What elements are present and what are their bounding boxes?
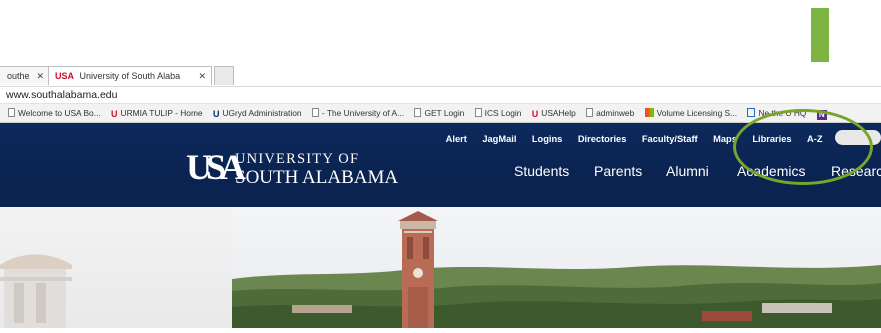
nav-link-faculty-staff[interactable]: Faculty/Staff [642, 134, 698, 144]
hero-side-image [0, 207, 232, 328]
bookmark-label: URMIA TULIP - Home [120, 108, 203, 118]
close-icon[interactable]: ✕ [198, 67, 206, 86]
page-icon [474, 108, 482, 117]
bookmark-label: - The University of A... [321, 108, 405, 118]
bookmark-item[interactable]: adminweb [586, 104, 634, 122]
u-logo-icon: U [111, 109, 118, 119]
browser-tab-strip: outhe ✕ USA University of South Alaba ✕ [0, 62, 881, 86]
usa-logo-mark: USA [186, 147, 246, 187]
nav-students[interactable]: Students [514, 163, 569, 179]
bookmark-item[interactable]: GET Login [414, 104, 464, 122]
bookmark-label: USAHelp [541, 108, 576, 118]
bookmark-item[interactable]: U USAHelp [532, 104, 576, 122]
tab-label: University of South Alaba [79, 71, 181, 81]
usa-favicon-icon: USA [55, 71, 75, 81]
bookmark-label: Volume Licensing S... [656, 108, 738, 118]
page-icon [311, 108, 319, 117]
annotation-circle [733, 109, 873, 185]
calendar-icon [747, 108, 756, 117]
browser-tab[interactable]: outhe ✕ [0, 66, 50, 85]
close-icon[interactable]: ✕ [36, 67, 44, 86]
bookmark-label: Welcome to USA Bo... [18, 108, 101, 118]
nav-link-logins[interactable]: Logins [532, 134, 562, 144]
nav-link-jagmail[interactable]: JagMail [482, 134, 516, 144]
nav-link-alert[interactable]: Alert [446, 134, 467, 144]
browser-tab-active[interactable]: USA University of South Alaba ✕ [48, 66, 212, 85]
bookmark-label: GET Login [424, 108, 465, 118]
logo-line-2: SOUTH ALABAMA [235, 167, 399, 188]
page-icon [414, 108, 422, 117]
new-tab-button[interactable] [214, 66, 234, 85]
hero-banner [0, 207, 881, 328]
campus-aerial-photo [232, 207, 881, 328]
page-icon [8, 108, 15, 117]
bookmark-item[interactable]: U URMIA TULIP - Home [111, 104, 203, 122]
bookmark-label: UGryd Administration [222, 108, 302, 118]
address-bar[interactable]: www.southalabama.edu [0, 86, 881, 103]
campus-photo-image [232, 207, 881, 328]
bookmark-label: adminweb [596, 108, 635, 118]
logo-line-1: UNIVERSITY OF [235, 151, 360, 167]
nav-parents[interactable]: Parents [594, 163, 642, 179]
bookmark-item[interactable]: U UGryd Administration [213, 104, 302, 122]
nav-link-directories[interactable]: Directories [578, 134, 627, 144]
tab-label: outhe [7, 71, 30, 81]
windows-icon [644, 108, 654, 117]
bookmark-label: ICS Login [484, 108, 522, 118]
address-text: www.southalabama.edu [6, 89, 118, 101]
bookmark-item[interactable]: Volume Licensing S... [644, 104, 738, 122]
nav-alumni[interactable]: Alumni [666, 163, 709, 179]
bookmark-item[interactable]: - The University of A... [311, 104, 405, 122]
bookmark-item[interactable]: Welcome to USA Bo... [8, 104, 101, 122]
bookmarks-bar: Welcome to USA Bo... U URMIA TULIP - Home… [0, 103, 881, 123]
page-icon [586, 108, 594, 117]
bell-tower-faded-image [0, 254, 72, 328]
usa-logo-icon: U [531, 109, 539, 119]
bookmark-item[interactable]: ICS Login [474, 104, 522, 122]
u-logo-icon: U [212, 109, 220, 119]
